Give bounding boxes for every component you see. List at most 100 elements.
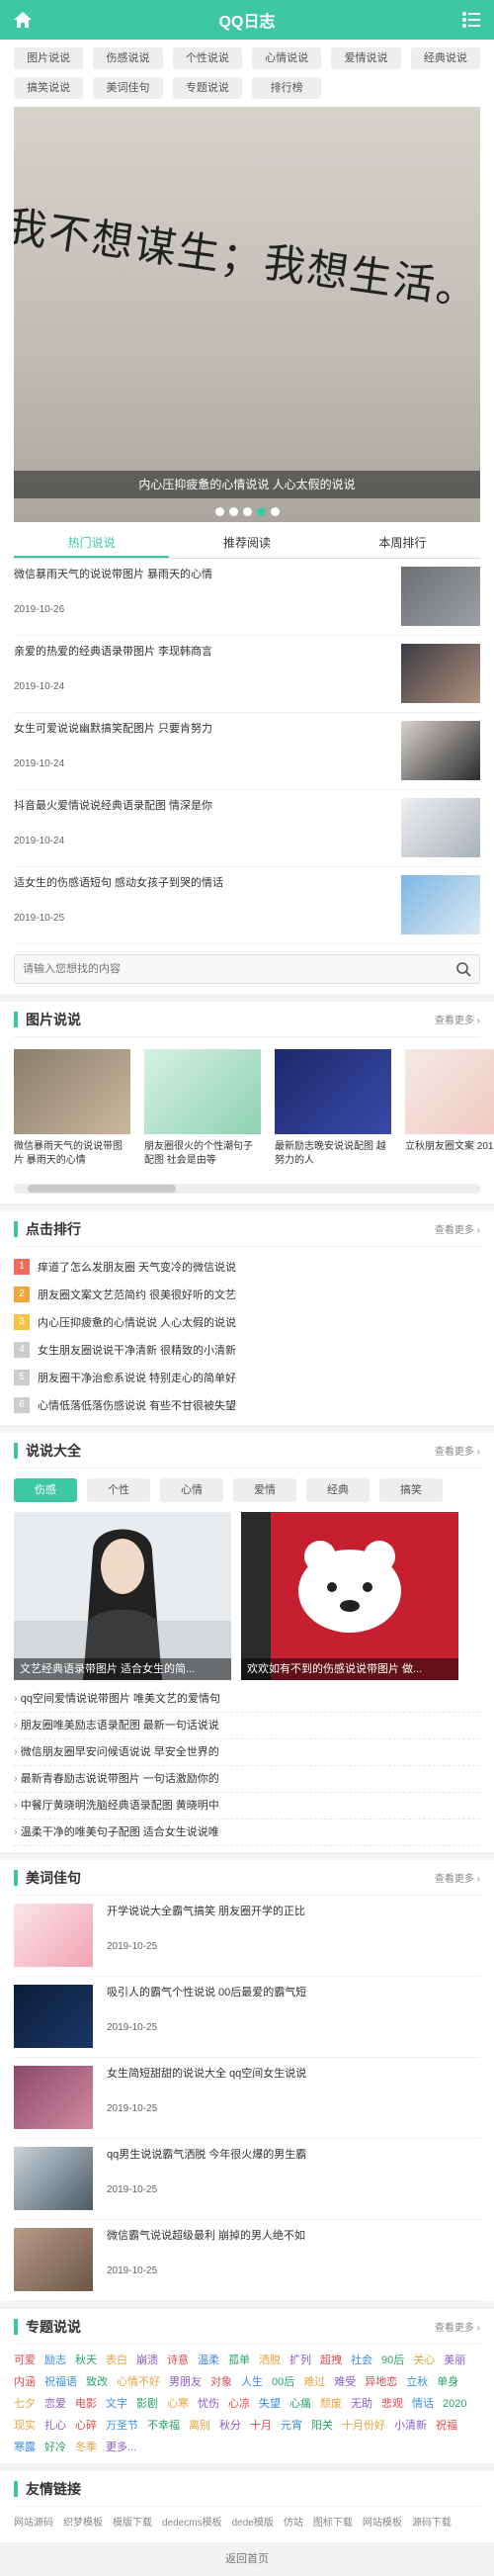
rank-row[interactable]: 3 内心压抑疲惫的心情说说 人心太假的说说 [14, 1308, 480, 1336]
topic-tag[interactable]: 对象 [210, 2374, 232, 2390]
topic-tag[interactable]: 不幸福 [147, 2418, 180, 2434]
topic-tag[interactable]: 社会 [351, 2353, 372, 2368]
banner-slider[interactable]: 我不想谋生；我想生活。 内心压抑疲惫的心情说说 人心太假的说说 [14, 107, 480, 522]
topic-tag[interactable]: 无助 [351, 2396, 372, 2412]
topic-tag[interactable]: 美丽 [444, 2353, 465, 2368]
news-thumbnail[interactable] [401, 798, 480, 857]
topic-tag[interactable]: 秋分 [219, 2418, 241, 2434]
news-item[interactable]: 女生可爱说说幽默搞笑配图片 只要肯努力 2019-10-24 [14, 713, 480, 790]
topic-tag[interactable]: 失望 [259, 2396, 281, 2412]
quote-item[interactable]: 女生简短甜甜的说说大全 qq空间女生说说 2019-10-25 [14, 2058, 480, 2139]
banner-dot[interactable] [228, 507, 238, 516]
quote-thumbnail[interactable] [14, 2066, 93, 2129]
picture-card[interactable]: 立秋朋友圈文案 2019立秋 [405, 1049, 494, 1168]
news-item[interactable]: 抖音最火爱情说说经典语录配图 情深是你 2019-10-24 [14, 790, 480, 867]
topic-tag[interactable]: 祝福语 [44, 2374, 77, 2390]
quote-title[interactable]: 微信霸气说说超级最利 崩掉的男人绝不如 [107, 2228, 305, 2244]
picture-card-title[interactable]: 朋友圈很火的个性潮句子配图 社会是由等 [144, 1140, 261, 1168]
rank-row[interactable]: 5 朋友圈干净治愈系说说 特别走心的简单好 [14, 1364, 480, 1391]
topic-tag[interactable]: 冬季 [75, 2440, 97, 2455]
quote-title[interactable]: 吸引人的霸气个性说说 00后最爱的霸气短 [107, 1985, 306, 2000]
topic-tag[interactable]: 关心 [413, 2353, 435, 2368]
picture-card[interactable]: 微信暴雨天气的说说带图片 暴雨天的心情 [14, 1049, 130, 1168]
topic-tag[interactable]: 秋天 [75, 2353, 97, 2368]
rank-row[interactable]: 2 朋友圈文案文艺范简约 很美很好听的文艺 [14, 1281, 480, 1308]
topic-tag[interactable]: 情话 [412, 2396, 434, 2412]
news-title[interactable]: 亲爱的热爱的经典语录带图片 李现韩商言 [14, 644, 212, 660]
topic-tag[interactable]: 难过 [303, 2374, 325, 2390]
picture-carousel[interactable]: 微信暴雨天气的说说带图片 暴雨天的心情 朋友圈很火的个性潮句子配图 社会是由等 最新… [0, 1037, 494, 1174]
quote-title[interactable]: qq男生说说霸气洒脱 今年很火爆的男生霸 [107, 2147, 306, 2163]
news-thumbnail[interactable] [401, 875, 480, 934]
quote-thumbnail[interactable] [14, 2147, 93, 2210]
friend-link[interactable]: 源码下载 [412, 2515, 452, 2532]
rank-row[interactable]: 4 女生朋友圈说说干净清新 很精致的小清新 [14, 1336, 480, 1364]
topic-tag[interactable]: 恋爱 [44, 2396, 66, 2412]
horizontal-scrollbar[interactable] [14, 1184, 480, 1194]
news-tab[interactable]: 推荐阅读 [169, 528, 324, 558]
topic-tag[interactable]: 小清新 [394, 2418, 427, 2434]
rank-title[interactable]: 痒道了怎么发朋友圈 天气变冷的微信说说 [38, 1259, 236, 1275]
scrollbar-thumb[interactable] [28, 1185, 176, 1193]
rank-more-link[interactable]: 查看更多 › [435, 1221, 480, 1236]
topic-tag[interactable]: 内涵 [14, 2374, 36, 2390]
picture-card[interactable]: 最新励志晚安说说配图 越努力的人 [275, 1049, 391, 1168]
talk-link[interactable]: 温柔干净的唯美句子配图 适合女生说说唯 [14, 1820, 480, 1846]
topic-tag[interactable]: 诗意 [167, 2353, 189, 2368]
talk-tab[interactable]: 经典 [306, 1478, 370, 1502]
topic-tag[interactable]: 万圣节 [106, 2418, 138, 2434]
topic-tag[interactable]: 致改 [86, 2374, 108, 2390]
picture-card-title[interactable]: 立秋朋友圈文案 2019立秋 [405, 1140, 494, 1168]
friend-link[interactable]: 织梦模板 [63, 2515, 103, 2532]
news-title[interactable]: 抖音最火爱情说说经典语录配图 情深是你 [14, 798, 212, 814]
quote-thumbnail[interactable] [14, 1985, 93, 2048]
topic-tag[interactable]: 祝福 [436, 2418, 457, 2434]
topic-tag[interactable]: 崩溃 [136, 2353, 158, 2368]
topic-tag[interactable]: 影剧 [136, 2396, 158, 2412]
topic-tag[interactable]: 00后 [272, 2374, 294, 2390]
topic-tag[interactable]: 现实 [14, 2418, 36, 2434]
talk-link[interactable]: 微信朋友圈早安问候语说说 早安全世界的 [14, 1739, 480, 1766]
picture-card-image[interactable] [275, 1049, 391, 1134]
news-item[interactable]: 微信暴雨天气的说说带图片 暴雨天的心情 2019-10-26 [14, 559, 480, 636]
topic-tag[interactable]: 好冷 [44, 2440, 66, 2455]
topic-tag[interactable]: 表白 [106, 2353, 127, 2368]
talk-tab[interactable]: 心情 [160, 1478, 223, 1502]
topic-tag[interactable]: 孤单 [228, 2353, 250, 2368]
topic-tag[interactable]: 心痛 [289, 2396, 311, 2412]
quote-more-link[interactable]: 查看更多 › [435, 1870, 480, 1885]
talk-link[interactable]: 最新青春励志说说带图片 一句话激励你的 [14, 1766, 480, 1793]
news-thumbnail[interactable] [401, 644, 480, 703]
friend-link[interactable]: 网站模板 [363, 2515, 402, 2532]
news-thumbnail[interactable] [401, 567, 480, 626]
rank-title[interactable]: 内心压抑疲惫的心情说说 人心太假的说说 [38, 1314, 236, 1330]
talk-more-link[interactable]: 查看更多 › [435, 1443, 480, 1458]
topic-tag[interactable]: 90后 [381, 2353, 404, 2368]
talk-tab[interactable]: 个性 [87, 1478, 150, 1502]
quote-item[interactable]: 开学说说大全霸气搞笑 朋友圈开学的正比 2019-10-25 [14, 1896, 480, 1977]
friend-link[interactable]: 图标下载 [313, 2515, 353, 2532]
topic-tag[interactable]: 男朋友 [169, 2374, 202, 2390]
friend-link[interactable]: 模版下载 [113, 2515, 152, 2532]
topic-tag[interactable]: 扎心 [44, 2418, 66, 2434]
category-link[interactable]: 专题说说 [172, 77, 242, 99]
topic-tag[interactable]: 心寒 [167, 2396, 189, 2412]
talk-picture-girl[interactable]: 文艺经典语录带图片 适合女生的简... [14, 1512, 231, 1680]
rank-title[interactable]: 心情低落低落伤感说说 有些不甘很被失望 [38, 1397, 236, 1413]
topic-tag[interactable]: 十月 [250, 2418, 272, 2434]
topic-tag[interactable]: 离别 [189, 2418, 210, 2434]
topic-tag[interactable]: 忧伤 [198, 2396, 219, 2412]
quote-item[interactable]: 微信霸气说说超级最利 崩掉的男人绝不如 2019-10-25 [14, 2220, 480, 2301]
quote-title[interactable]: 开学说说大全霸气搞笑 朋友圈开学的正比 [107, 1904, 305, 1919]
rank-title[interactable]: 女生朋友圈说说干净清新 很精致的小清新 [38, 1342, 236, 1358]
banner-dot[interactable] [256, 507, 266, 516]
picture-card-title[interactable]: 最新励志晚安说说配图 越努力的人 [275, 1140, 391, 1168]
category-link[interactable]: 美词佳句 [93, 77, 163, 99]
search-icon[interactable] [455, 961, 471, 977]
talk-tab[interactable]: 伤感 [14, 1478, 77, 1502]
picture-card-image[interactable] [144, 1049, 261, 1134]
talk-link[interactable]: 中餐厅黄晓明洗脑经典语录配图 黄晓明中 [14, 1793, 480, 1820]
rank-title[interactable]: 朋友圈文案文艺范简约 很美很好听的文艺 [38, 1287, 236, 1302]
topic-tag[interactable]: 单身 [437, 2374, 458, 2390]
home-icon[interactable] [12, 9, 34, 31]
